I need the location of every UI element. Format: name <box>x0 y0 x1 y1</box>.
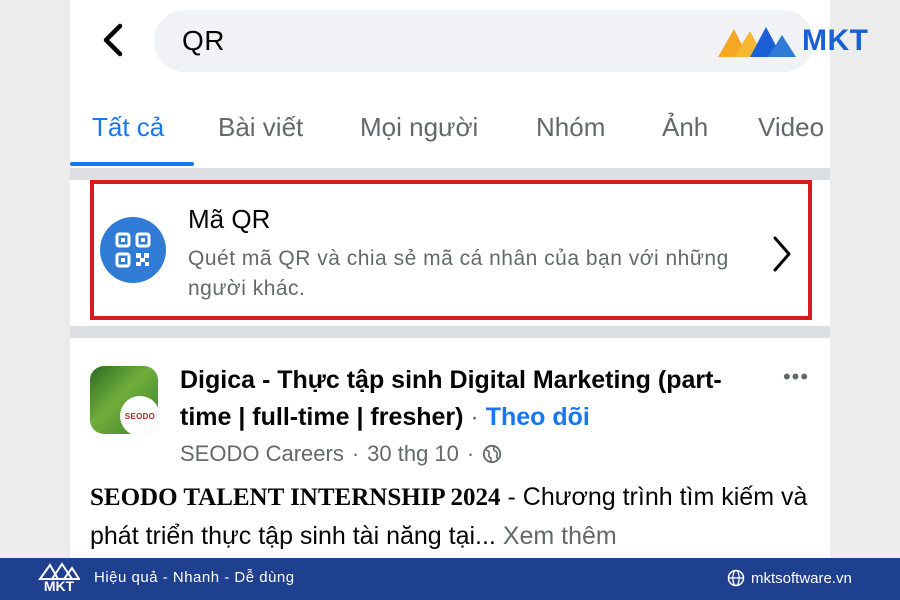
globe-icon <box>727 569 745 587</box>
facebook-search-screen: QR Tất cả Bài viết Mọi người Nhóm Ảnh Vi… <box>70 0 830 558</box>
meta-separator: · <box>466 441 475 466</box>
search-query: QR <box>182 25 225 56</box>
post-body-highlight: SEODO TALENT INTERNSHIP 2024 <box>90 484 501 511</box>
right-margin <box>830 0 900 558</box>
tab-posts[interactable]: Bài viết <box>218 112 303 143</box>
left-margin <box>0 0 70 558</box>
search-input[interactable]: QR <box>154 10 814 72</box>
footer-website[interactable]: mktsoftware.vn <box>727 569 852 587</box>
chevron-right-icon <box>773 236 791 272</box>
footer-website-text[interactable]: mktsoftware.vn <box>751 570 852 587</box>
post-title: Digica - Thực tập sinh Digital Marketing… <box>180 362 740 436</box>
section-divider <box>70 326 830 338</box>
qr-code-result[interactable]: Mã QR Quét mã QR và chia sẻ mã cá nhân c… <box>90 180 812 320</box>
see-more-link[interactable]: Xem thêm <box>503 522 617 550</box>
active-tab-indicator <box>70 162 194 166</box>
globe-icon <box>483 444 502 464</box>
page-avatar[interactable]: SEODO <box>90 366 158 434</box>
title-separator: · <box>463 403 486 431</box>
follow-button[interactable]: Theo dõi <box>486 403 590 431</box>
more-options-button[interactable]: ••• <box>776 364 816 394</box>
footer-slogan: Hiệu quả - Nhanh - Dễ dùng <box>94 569 295 586</box>
qr-card-description: Quét mã QR và chia sẻ mã cá nhân của bạn… <box>188 247 729 300</box>
tab-photos[interactable]: Ảnh <box>662 112 708 143</box>
author-name[interactable]: SEODO Careers <box>180 441 344 467</box>
meta-separator: · <box>351 441 360 466</box>
tab-all[interactable]: Tất cả <box>92 112 164 143</box>
post-title-text[interactable]: Digica - Thực tập sinh Digital Marketing… <box>180 366 722 431</box>
post-date[interactable]: 30 thg 10 <box>367 441 459 467</box>
qr-code-icon <box>100 217 166 283</box>
tab-groups[interactable]: Nhóm <box>536 112 605 143</box>
tab-people[interactable]: Mọi người <box>360 112 478 143</box>
search-tabs: Tất cả Bài viết Mọi người Nhóm Ảnh Video <box>70 92 830 169</box>
footer-logo-text: MKT <box>43 578 75 594</box>
footer-bar: MKT Hiệu quả - Nhanh - Dễ dùng mktsoftwa… <box>0 558 900 600</box>
footer-logo: MKT <box>38 562 80 596</box>
mkt-logo-icon <box>718 27 796 57</box>
mkt-brand-logo: MKT <box>718 20 868 62</box>
qr-card-title: Mã QR <box>188 204 271 234</box>
brand-name: MKT <box>802 24 869 57</box>
post-meta: SEODO Careers · 30 thg 10 · <box>180 441 502 467</box>
tab-videos[interactable]: Video <box>758 112 824 143</box>
post-body: SEODO TALENT INTERNSHIP 2024 - Chương tr… <box>90 478 820 556</box>
back-button[interactable] <box>96 20 130 60</box>
seodo-logo: SEODO <box>120 396 158 434</box>
back-arrow-icon <box>103 23 123 57</box>
section-divider <box>70 168 830 180</box>
